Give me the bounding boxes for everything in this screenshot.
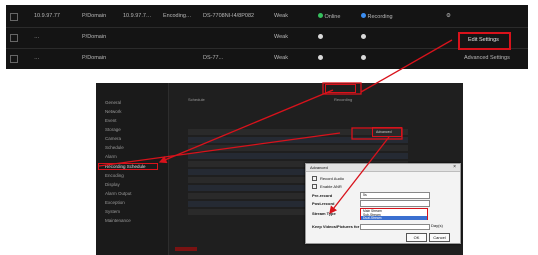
record-badge <box>361 55 366 62</box>
sidebar-item[interactable]: Maintenance <box>105 218 131 223</box>
cancel-button[interactable]: Cancel <box>429 233 450 242</box>
sidebar-item[interactable]: Encoding <box>105 173 124 178</box>
advanced-button[interactable]: Advanced <box>372 127 402 137</box>
advanced-settings-link[interactable]: Advanced Settings <box>464 55 510 61</box>
device-signal: Weak <box>274 55 288 61</box>
keep-days-input[interactable] <box>360 224 430 230</box>
device-row[interactable]: … P/Domain DS-77... Weak Advanced Settin… <box>6 49 528 69</box>
device-signal: Weak <box>274 34 288 40</box>
device-list: 10.9.97.77 P/Domain 10.9.97.7… Encoding…… <box>6 5 528 69</box>
ok-button[interactable]: OK <box>406 233 427 242</box>
device-ip: … <box>34 55 40 61</box>
apply-button[interactable] <box>175 247 197 251</box>
device-model: DS-77... <box>203 55 224 61</box>
sidebar-item[interactable]: Camera <box>105 136 121 141</box>
edit-settings-button[interactable]: Edit Settings <box>468 37 499 43</box>
record-icon <box>361 34 366 39</box>
row-checkbox[interactable] <box>10 34 18 42</box>
pre-record-label: Pre-record <box>312 193 333 198</box>
device-domain: P/Domain <box>82 13 107 19</box>
sidebar-active-highlight <box>98 163 158 170</box>
keep-videos-label: Keep Videos/Pictures for <box>312 224 360 229</box>
device-address: 10.9.97.7… <box>123 13 152 19</box>
device-row[interactable]: … P/Domain Weak <box>6 28 528 48</box>
dialog-titlebar: Advanced × <box>306 164 460 172</box>
post-record-label: Post-record <box>312 201 335 206</box>
settings-icon[interactable]: ⚙ <box>446 13 451 19</box>
sidebar-item[interactable]: Exception <box>105 200 125 205</box>
device-domain: P/Domain <box>82 34 107 40</box>
sidebar-item[interactable]: Network <box>105 109 122 114</box>
tab-highlight[interactable] <box>325 84 356 93</box>
post-record-select[interactable] <box>360 200 430 207</box>
sidebar-item[interactable]: General <box>105 100 121 105</box>
sidebar-item[interactable]: System <box>105 209 120 214</box>
status-badge <box>318 34 323 41</box>
sidebar-item[interactable]: Display <box>105 182 120 187</box>
offline-icon <box>318 34 323 39</box>
record-icon <box>361 13 366 18</box>
offline-icon <box>318 55 323 60</box>
record-icon <box>361 55 366 60</box>
advanced-dialog: Advanced × Record Audio Enable ANR Pre-r… <box>305 163 461 244</box>
stream-type-label: Stream Type <box>312 211 336 216</box>
status-badge: Online <box>318 13 340 20</box>
day-unit: Day(s) <box>431 223 443 228</box>
device-encoding: Encoding… <box>163 13 192 19</box>
online-icon <box>318 13 323 18</box>
record-badge: Recording <box>361 13 393 20</box>
device-ip: 10.9.97.77 <box>34 13 60 19</box>
close-icon[interactable]: × <box>453 164 456 170</box>
sidebar-item[interactable]: Event <box>105 118 117 123</box>
row-checkbox[interactable] <box>10 13 18 21</box>
record-badge <box>361 34 366 41</box>
sidebar-item[interactable]: Schedule <box>105 145 124 150</box>
status-badge <box>318 55 323 62</box>
tab-recording[interactable]: Recording <box>334 97 352 102</box>
sidebar-item[interactable]: Alarm <box>105 154 117 159</box>
stream-option-dual[interactable]: Dual-Stream <box>363 216 382 220</box>
record-audio-checkbox[interactable]: Record Audio <box>312 176 344 182</box>
stream-type-dropdown[interactable]: Main Stream Sub-Stream Dual-Stream <box>360 208 428 220</box>
sidebar-item[interactable]: Alarm Output <box>105 191 132 196</box>
device-row[interactable]: 10.9.97.77 P/Domain 10.9.97.7… Encoding…… <box>6 7 528 27</box>
sidebar-item[interactable]: Storage <box>105 127 121 132</box>
schedule-title: Schedule <box>188 97 205 102</box>
row-checkbox[interactable] <box>10 55 18 63</box>
device-signal: Weak <box>274 13 288 19</box>
enable-anr-checkbox[interactable]: Enable ANR <box>312 184 342 190</box>
device-ip: … <box>34 34 40 40</box>
device-model: DS-7708NI-I4/8P082 <box>203 13 255 19</box>
device-domain: P/Domain <box>82 55 107 61</box>
dialog-title: Advanced <box>310 165 328 170</box>
sidebar: General Network Event Storage Camera Sch… <box>96 83 169 255</box>
pre-record-select[interactable]: 5s <box>360 192 430 199</box>
